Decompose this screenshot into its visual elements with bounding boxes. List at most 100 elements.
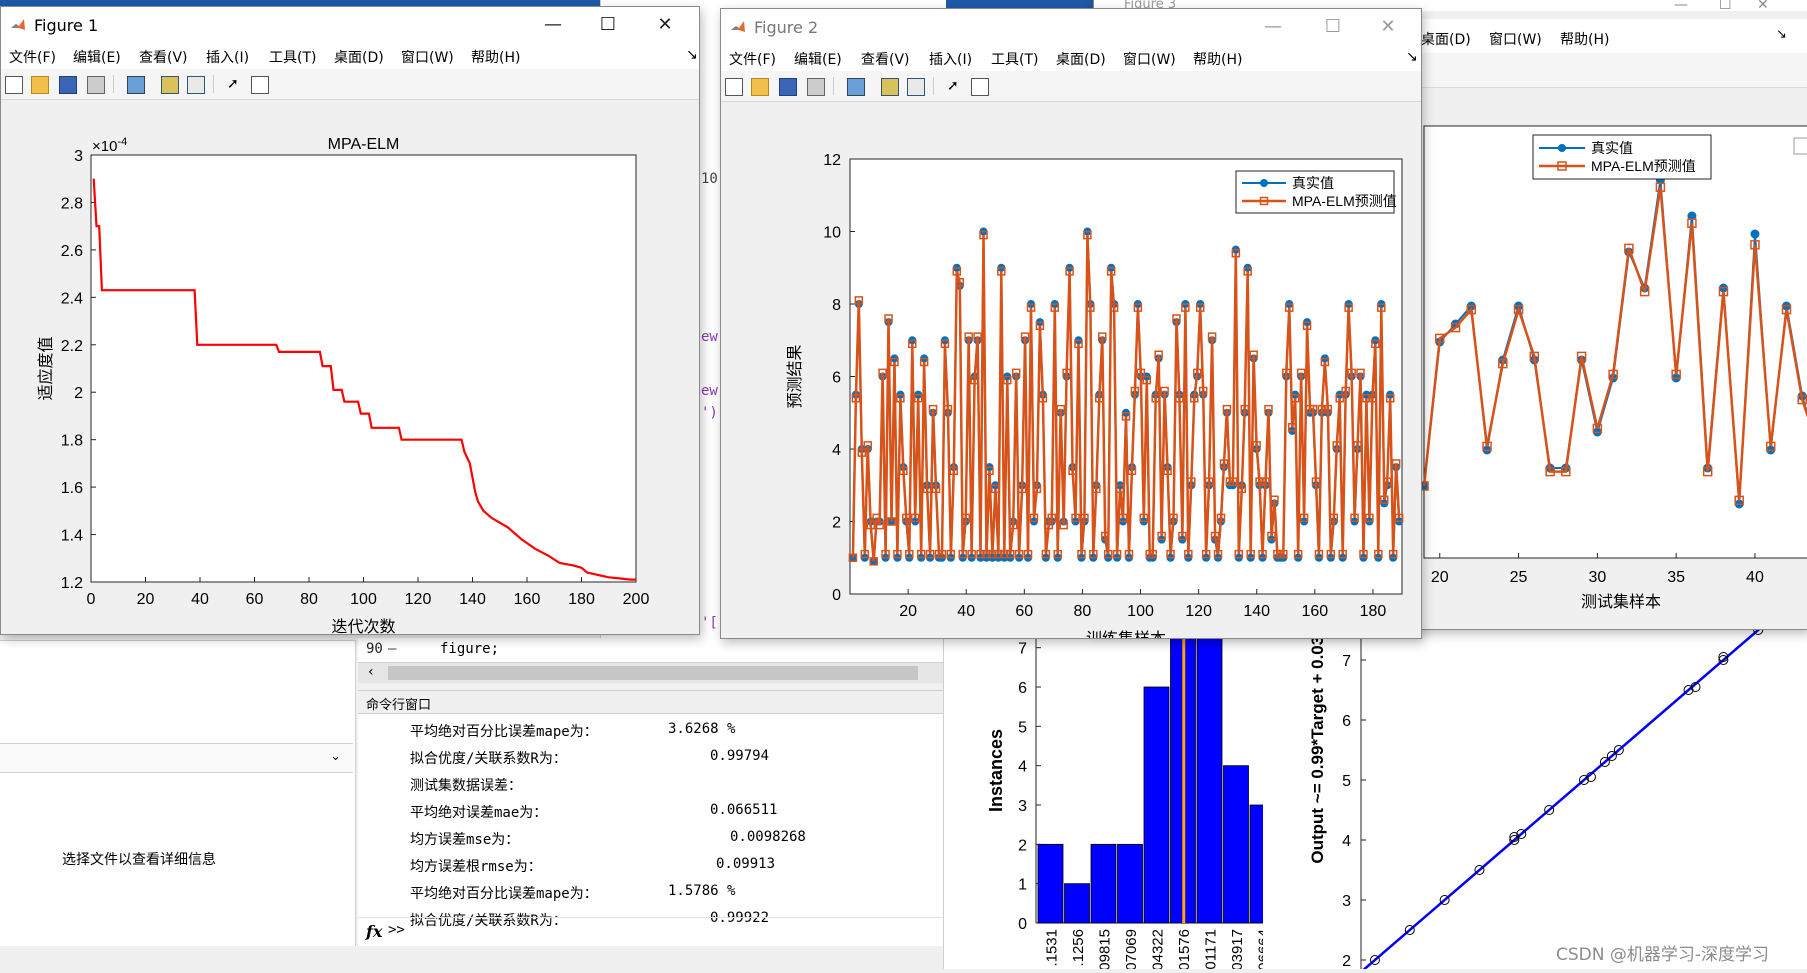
- figure2-window[interactable]: Figure 2 — ☐ ✕ 文件(F) 编辑(E) 查看(V) 插入(I) 工具(T)…: [720, 8, 1422, 639]
- menu-window[interactable]: 窗口(W): [401, 47, 454, 67]
- x-tick-label: 140: [459, 591, 486, 608]
- menu-window[interactable]: 窗口(W): [1123, 49, 1176, 69]
- print-icon[interactable]: [807, 78, 825, 96]
- y-tick-label: 1.4: [61, 528, 83, 545]
- y-tick-label: 12: [823, 152, 841, 169]
- y-tick-label: 1.8: [61, 433, 83, 450]
- save-icon[interactable]: [59, 76, 77, 94]
- pointer-icon[interactable]: ➚: [947, 78, 963, 94]
- edge-box: [1793, 137, 1807, 155]
- editor-line-90[interactable]: 90 — figure;: [358, 638, 943, 662]
- menu-insert[interactable]: 插入(I): [206, 47, 249, 67]
- y-tick-label: 2.2: [61, 338, 83, 355]
- y-tick-label: 3: [1342, 893, 1351, 910]
- editor-snippet: ew: [701, 383, 718, 399]
- open-folder-icon[interactable]: [31, 76, 49, 94]
- x-axis-label: 迭代次数: [331, 617, 395, 634]
- menu-desktop[interactable]: 桌面(D): [1056, 49, 1106, 69]
- histogram-bar: [1037, 843, 1064, 924]
- open-folder-icon[interactable]: [751, 78, 769, 96]
- colorbar-icon[interactable]: [161, 76, 179, 94]
- menu-desktop[interactable]: 桌面(D): [334, 47, 384, 67]
- dock-arrow-icon[interactable]: ↘: [686, 47, 698, 63]
- x-tick-label: 0: [87, 591, 96, 608]
- editor-hscrollbar[interactable]: ‹: [358, 662, 943, 683]
- menu-help[interactable]: 帮助(H): [471, 47, 520, 67]
- menu-view[interactable]: 查看(V): [861, 49, 910, 69]
- print-icon[interactable]: [87, 76, 105, 94]
- command-prompt-row[interactable]: fx >>: [358, 917, 943, 944]
- figure1-titlebar[interactable]: Figure 1 — ☐ ✕: [1, 7, 699, 43]
- menu-edit[interactable]: 编辑(E): [73, 47, 121, 67]
- chevron-left-icon[interactable]: ‹: [368, 664, 374, 680]
- file-browser-panel: ⌄ 选择文件以查看详细信息: [0, 640, 356, 946]
- property-inspector-icon[interactable]: [251, 76, 269, 94]
- y-tick-label: 2: [832, 515, 841, 532]
- command-output-label: 拟合优度/关联系数R为：: [410, 751, 567, 767]
- y-tick-label: 2: [1018, 837, 1027, 854]
- minimize-icon[interactable]: —: [531, 12, 575, 38]
- menu-tools[interactable]: 工具(T): [269, 47, 316, 67]
- legend-icon[interactable]: [187, 76, 205, 94]
- property-inspector-icon[interactable]: [971, 78, 989, 96]
- menu-file[interactable]: 文件(F): [729, 49, 776, 69]
- menu-edit[interactable]: 编辑(E): [794, 49, 842, 69]
- legend-icon[interactable]: [907, 78, 925, 96]
- command-output-value: 0.0098268: [730, 829, 806, 845]
- legend-pred-label: MPA-ELM预测值: [1292, 193, 1397, 209]
- y-tick-label: 6: [1342, 713, 1351, 730]
- close-icon[interactable]: ✕: [1366, 14, 1410, 40]
- link-plot-icon[interactable]: [847, 78, 865, 96]
- maximize-icon[interactable]: ☐: [1719, 0, 1732, 13]
- pointer-icon[interactable]: ➚: [227, 76, 243, 92]
- histogram-bar: [1249, 804, 1276, 924]
- command-output-label: 测试集数据误差：: [410, 778, 522, 794]
- new-file-icon[interactable]: [725, 78, 743, 96]
- dock-arrow-icon[interactable]: ↘: [1776, 27, 1787, 42]
- y-tick-label: 6: [832, 370, 841, 387]
- details-header[interactable]: ⌄: [0, 743, 353, 773]
- menu-help[interactable]: 帮助(H): [1560, 29, 1609, 49]
- x-tick-label: 80: [300, 591, 318, 608]
- y-tick-label: 1.2: [61, 575, 83, 592]
- minimize-icon[interactable]: —: [1251, 14, 1295, 40]
- chevron-down-icon[interactable]: ⌄: [330, 749, 341, 764]
- x-tick-label: .1256: [1070, 929, 1087, 967]
- new-file-icon[interactable]: [5, 76, 23, 94]
- menu-window[interactable]: 窗口(W): [1489, 29, 1542, 49]
- histogram-bar: [1196, 568, 1223, 924]
- figure2-titlebar[interactable]: Figure 2 — ☐ ✕: [721, 9, 1421, 45]
- x-tick-label: 30: [1588, 569, 1606, 586]
- command-output-label: 平均绝对百分比误差mape为：: [410, 724, 598, 740]
- menu-desktop[interactable]: 桌面(D): [1421, 29, 1471, 49]
- x-tick-label: 160: [1301, 603, 1328, 620]
- menu-tools[interactable]: 工具(T): [991, 49, 1038, 69]
- maximize-icon[interactable]: ☐: [1311, 14, 1355, 40]
- file-details-message: 选择文件以查看详细信息: [62, 852, 216, 868]
- command-output-value: 0.99794: [710, 748, 770, 764]
- close-icon[interactable]: ✕: [1757, 0, 1769, 13]
- command-prompt[interactable]: >>: [388, 922, 405, 938]
- menu-file[interactable]: 文件(F): [9, 47, 56, 67]
- minimize-icon[interactable]: —: [1674, 0, 1688, 13]
- fx-icon[interactable]: fx: [366, 922, 382, 941]
- x-tick-label: 80: [1074, 603, 1092, 620]
- close-icon[interactable]: ✕: [643, 12, 687, 38]
- scroll-thumb[interactable]: [388, 666, 918, 680]
- menu-insert[interactable]: 插入(I): [929, 49, 972, 69]
- figure1-window[interactable]: Figure 1 — ☐ ✕ 文件(F) 编辑(E) 查看(V) 插入(I) 工具(T)…: [0, 6, 700, 635]
- x-tick-label: 20: [137, 591, 155, 608]
- save-icon[interactable]: [779, 78, 797, 96]
- menu-help[interactable]: 帮助(H): [1193, 49, 1242, 69]
- x-tick-label: 09815: [1096, 929, 1113, 969]
- editor-snippet: '): [701, 405, 718, 421]
- command-output-label: 均方误差根rmse为：: [410, 859, 542, 875]
- dock-arrow-icon[interactable]: ↘: [1406, 49, 1418, 65]
- x-tick-label: .1531: [1043, 929, 1060, 967]
- menu-view[interactable]: 查看(V): [139, 47, 188, 67]
- command-output-value: 1.5786 %: [668, 883, 736, 899]
- link-plot-icon[interactable]: [127, 76, 145, 94]
- colorbar-icon[interactable]: [881, 78, 899, 96]
- command-window[interactable]: 命令行窗口 平均绝对百分比误差mape为： 3.6268 % 拟合优度/关联系数R为…: [358, 690, 943, 946]
- maximize-icon[interactable]: ☐: [586, 12, 630, 38]
